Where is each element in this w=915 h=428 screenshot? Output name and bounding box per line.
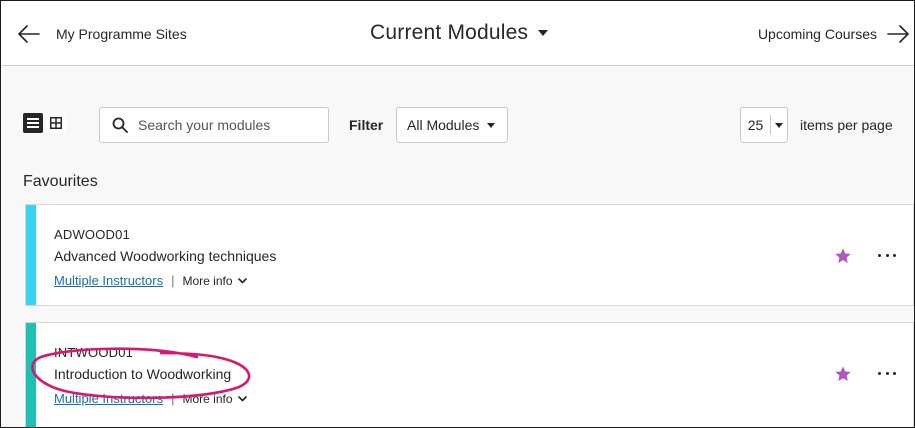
filter-value: All Modules xyxy=(407,117,480,133)
chevron-down-icon xyxy=(237,395,247,401)
more-options-icon[interactable] xyxy=(878,366,896,380)
view-toggle xyxy=(23,113,66,133)
search-box xyxy=(99,107,329,143)
more-options-icon[interactable] xyxy=(878,248,896,262)
module-card[interactable]: INTWOOD01 Introduction to Woodworking Mu… xyxy=(25,322,914,427)
meta-separator: | xyxy=(171,391,175,406)
chevron-down-icon xyxy=(487,122,496,128)
meta-separator: | xyxy=(171,273,175,288)
search-icon xyxy=(112,117,128,133)
module-card[interactable]: ADWOOD01 Advanced Woodworking techniques… xyxy=(25,204,914,306)
page-size-value: 25 xyxy=(741,115,771,135)
module-code: INTWOOD01 xyxy=(54,345,134,360)
app-frame: My Programme Sites Current Modules Upcom… xyxy=(0,0,915,428)
list-view-button[interactable] xyxy=(23,113,43,133)
favourite-star-icon[interactable] xyxy=(834,247,852,265)
chevron-down-icon xyxy=(237,277,247,283)
module-meta: Multiple Instructors | More info xyxy=(54,273,247,288)
more-info-toggle[interactable]: More info xyxy=(182,391,247,406)
module-meta: Multiple Instructors | More info xyxy=(54,391,247,406)
page-title: Current Modules xyxy=(370,21,529,44)
module-color-stripe xyxy=(26,323,36,427)
current-modules-menu[interactable]: Current Modules xyxy=(370,16,549,50)
page-size-select[interactable]: 25 xyxy=(740,107,788,143)
instructors-link[interactable]: Multiple Instructors xyxy=(54,391,163,406)
modules-content: Filter All Modules 25 items per page Fav… xyxy=(2,67,914,427)
more-info-label: More info xyxy=(182,391,233,406)
grid-view-button[interactable] xyxy=(46,113,66,133)
arrow-right-icon xyxy=(887,25,909,43)
instructors-link[interactable]: Multiple Instructors xyxy=(54,273,163,288)
favourites-heading: Favourites xyxy=(23,173,98,190)
upcoming-courses-link[interactable]: Upcoming Courses xyxy=(758,19,909,49)
chevron-down-icon xyxy=(538,30,549,36)
list-view-icon xyxy=(27,118,39,128)
module-title[interactable]: Introduction to Woodworking xyxy=(54,366,231,382)
back-to-programme-sites[interactable]: My Programme Sites xyxy=(18,19,187,49)
search-input[interactable] xyxy=(138,117,318,133)
module-color-stripe xyxy=(26,205,36,305)
back-label: My Programme Sites xyxy=(56,26,187,42)
forward-label: Upcoming Courses xyxy=(757,26,877,42)
chevron-down-icon xyxy=(775,122,783,128)
filter-select[interactable]: All Modules xyxy=(396,107,508,143)
filter-label: Filter xyxy=(349,117,384,133)
page-size-dropdown[interactable] xyxy=(771,122,787,128)
more-info-toggle[interactable]: More info xyxy=(182,273,247,288)
module-code: ADWOOD01 xyxy=(54,227,131,242)
favourite-star-icon[interactable] xyxy=(834,365,852,383)
arrow-left-icon xyxy=(18,25,40,43)
grid-view-icon xyxy=(50,117,62,129)
items-per-page-label: items per page xyxy=(800,117,893,133)
module-title[interactable]: Advanced Woodworking techniques xyxy=(54,248,276,264)
top-navigation: My Programme Sites Current Modules Upcom… xyxy=(2,2,914,66)
more-info-label: More info xyxy=(182,273,233,288)
